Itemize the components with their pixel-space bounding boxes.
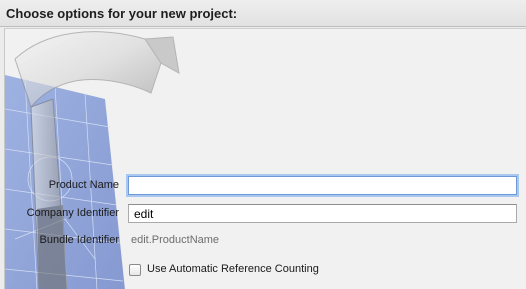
arc-checkbox-label[interactable]: Use Automatic Reference Counting [147,263,319,275]
bundle-identifier-value: edit.ProductName [131,234,220,246]
xcode-hammer-blueprint-icon [5,31,180,289]
company-identifier-label: Company Identifier [26,207,119,219]
product-name-field[interactable] [128,176,517,195]
product-name-label: Product Name [48,179,119,191]
options-panel: Product Name Company Identifier Bundle I… [4,28,526,289]
bundle-identifier-label: Bundle Identifier [39,234,120,246]
sheet-header: Choose options for your new project: [0,0,526,27]
arc-checkbox[interactable] [129,264,141,276]
company-identifier-field[interactable] [128,204,517,223]
page-title: Choose options for your new project: [6,6,238,21]
